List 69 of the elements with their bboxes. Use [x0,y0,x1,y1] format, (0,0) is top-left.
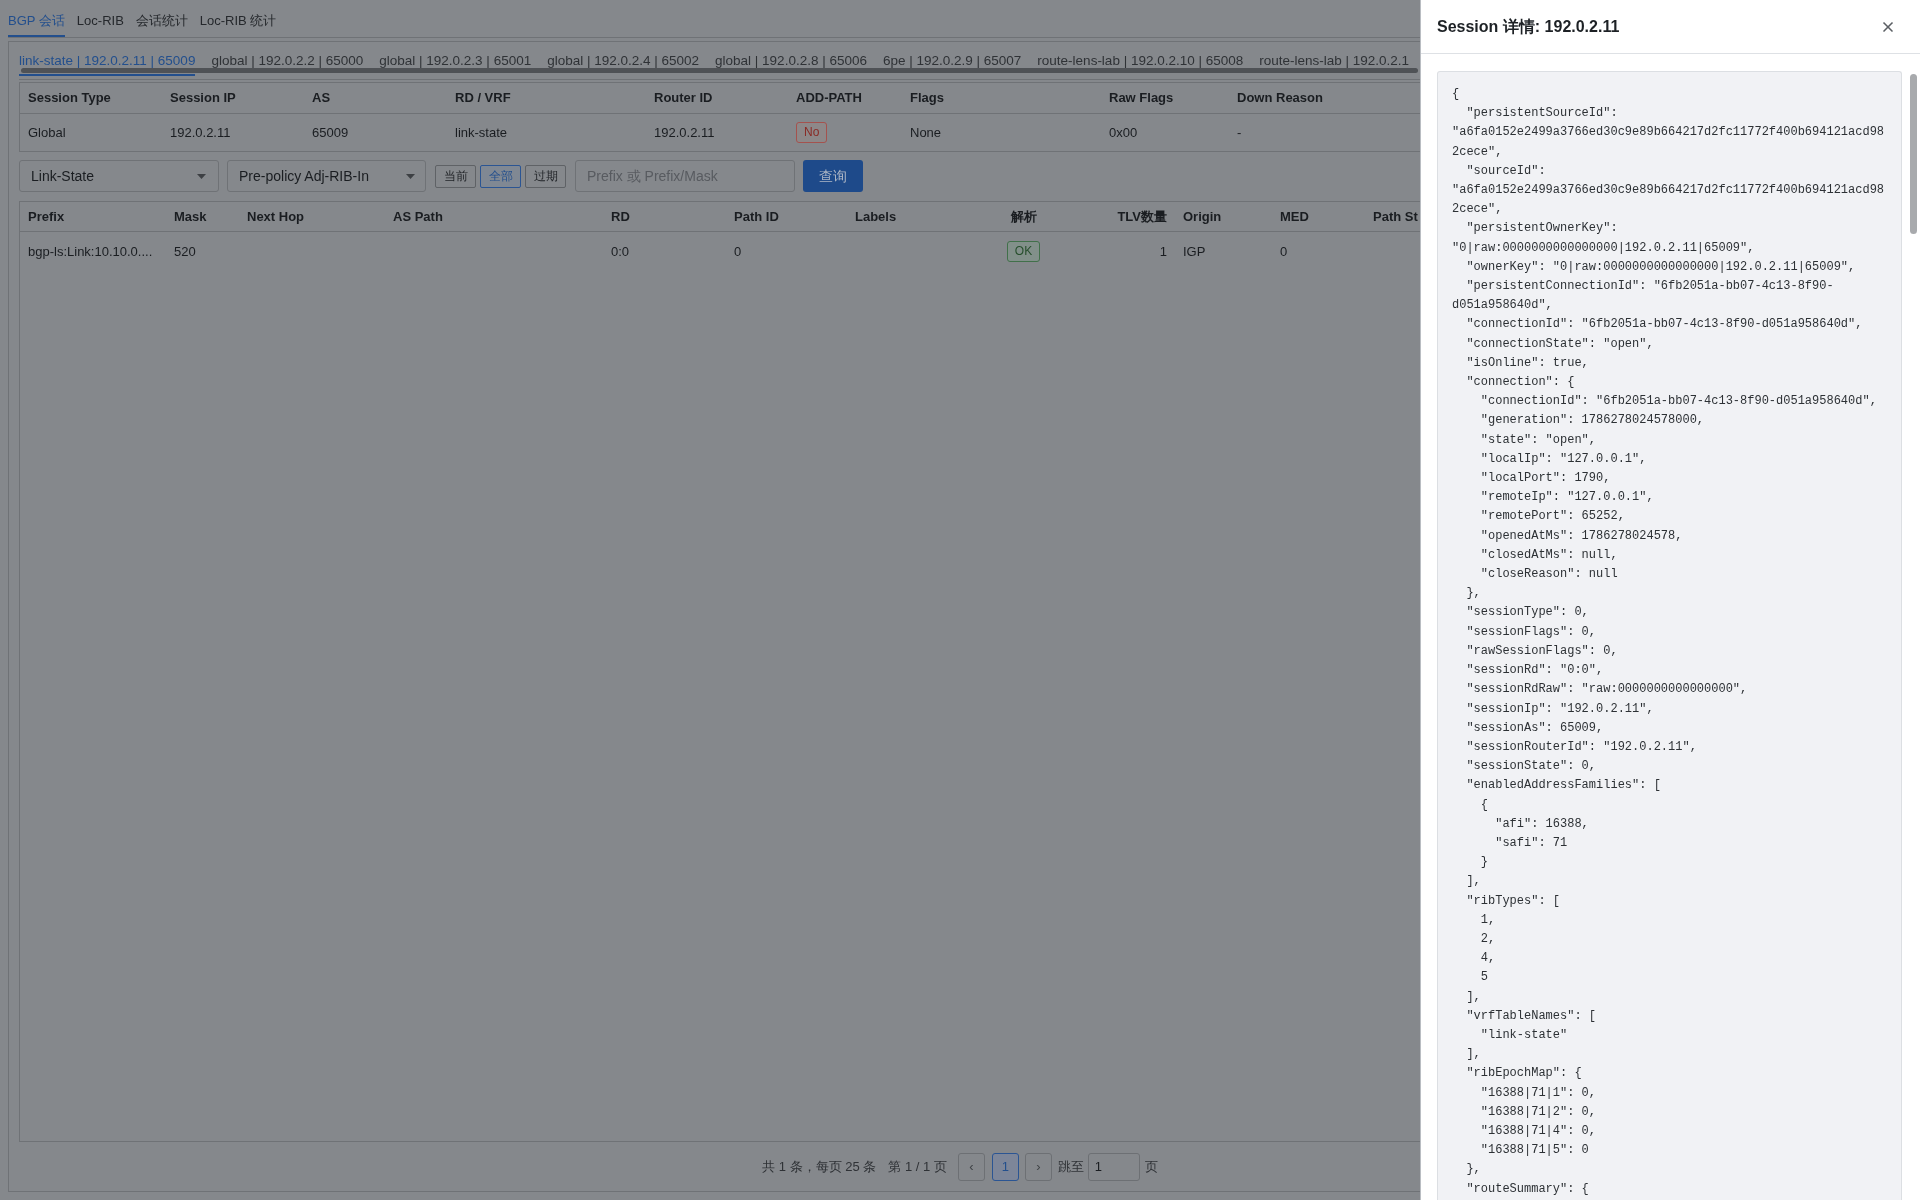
column-header: Origin [1183,207,1222,226]
page-button[interactable]: 1 [991,1152,1019,1181]
status-badge: No [796,122,828,143]
session-tab[interactable]: 6pe | 192.0.2.9 | 65007 [882,42,1022,76]
next-page-button[interactable]: › [1024,1152,1052,1181]
scrollbar-thumb[interactable] [21,68,1418,73]
previous-page-button[interactable]: ‹ [957,1152,985,1181]
column-header: MED [1280,207,1309,226]
column-header: Session Type [28,89,111,107]
session-tab[interactable]: global | 192.0.2.8 | 65006 [715,42,867,76]
column-header: Down Reason [1237,89,1323,107]
table-value: 0:0 [611,242,630,261]
table-value: 0 [1280,242,1288,261]
session-tab[interactable]: route-lens-lab | 192.0.2.10 | 65008 [1037,42,1244,76]
page-jump-field[interactable]: 1 [1087,1152,1140,1181]
column-header: Path St [1373,207,1418,226]
column-header: TLV数量 [1117,207,1167,226]
nav-tab[interactable]: Loc-RIB 统计 [199,0,277,37]
table-value: 1 [1159,242,1167,261]
scope-button[interactable]: 全部 [480,164,521,188]
column-header: 解析 [1010,207,1037,226]
nav-tab[interactable]: 会话统计 [135,0,188,37]
column-header: Prefix [28,207,65,226]
table-value: 520 [174,242,196,261]
column-header: Flags [910,89,944,107]
status-badge: OK [1006,241,1041,262]
pagination-summary: 共 1 条，每页 25 条 [762,1157,877,1176]
session-tab[interactable]: global | 192.0.2.2 | 65000 [211,42,364,76]
column-header: Mask [174,207,207,226]
nav-tab[interactable]: Loc-RIB [76,0,124,37]
scope-button[interactable]: 过期 [525,164,566,188]
caret-icon [406,173,415,179]
column-header: Path ID [734,207,779,226]
table-value: None [910,123,942,142]
column-header: ADD-PATH [796,89,862,107]
caret-icon [197,173,206,179]
column-header: Router ID [654,89,713,107]
json-code-block: { "persistentSourceId": "a6fa0152e2499a3766ed30c9e89b664217d2fc11772f400b694121acd98 2cece", "sourceId": "a6fa0152e2499a3766ed30c9e89b664217d2fc11772f400b694121acd98 2cece", "persistentOwnerKey": "0|raw:0000000000000000|192.0.2.11|65009", "ownerKey": "0|raw:0000000000000000|192.0.2.11|65009", "persistentConnectionId": "6fb2051a-bb07-4c13-8f90- d051a958640d", "connectionId": "6fb2051a-bb07-4c13-8f90-d051a958640d", "connectionState": "open", "isOnline": true, "connection": { "connectionId": "6fb2051a-bb07-4c13-8f90-d051a958640d", "generation": 1786278024578000, "state": "open", "localIp": "127.0.0.1", "localPort": 1790, "remoteIp": "127.0.0.1", "remotePort": 65252, "openedAtMs": 1786278024578, "closedAtMs": null, "closeReason": null }, "sessionType": 0, "sessionFlags": 0, "rawSessionFlags": 0, "sessionRd": "0:0", "sessionRdRaw": "raw:0000000000000000", "sessionIp": "192.0.2.11", "sessionAs": 65009, "sessionRouterId": "192.0.2.11", "sessionState": 0, "enabledAddressFamilies": [ { "afi": 16388, "safi": 71 } ], "ribTypes": [ 1, 2, 4, 5 ], "vrfTableNames": [ "link-state" ], "ribEpochMap": { "16388|71|1": 0, "16388|71|2": 0, "16388|71|4": 0, "16388|71|5": 0 }, "routeSummary": { [1437,71,1902,1200]
column-header: AS Path [393,207,443,226]
table-value: IGP [1183,242,1206,261]
address-family-select[interactable]: Link-State [19,160,219,192]
rib-select[interactable]: Pre-policy Adj-RIB-In [227,160,426,192]
table-value: link-state [455,123,508,142]
session-tab[interactable]: global | 192.0.2.4 | 65002 [547,42,700,76]
drawer-title: Session 详情: 192.0.2.11 [1437,16,1620,37]
table-value: 192.0.2.11 [170,123,231,142]
session-tab[interactable]: global | 192.0.2.3 | 65001 [379,42,532,76]
table-value: Global [28,123,66,142]
table-value: bgp-ls:Link:10.10.0.... [28,242,153,261]
column-header: AS [312,89,331,107]
column-header: Raw Flags [1109,89,1174,107]
nav-tab[interactable]: BGP 会话 [8,0,65,37]
page-info: 第 1 / 1 页 [888,1157,947,1176]
column-header: Session IP [170,89,236,107]
column-header: RD [611,207,630,226]
query-button[interactable]: 查询 [803,160,863,192]
session-tab[interactable]: route-lens-lab | 192.0.2.1 [1259,42,1410,76]
table-value: 65009 [312,123,349,142]
column-header: RD / VRF [455,89,511,107]
column-header: Next Hop [247,207,305,226]
table-value: - [1237,123,1242,142]
scope-button[interactable]: 当前 [435,164,476,188]
column-header: Labels [855,207,897,226]
table-value: 192.0.2.11 [654,123,715,142]
table-value: 0 [734,242,742,261]
jump-label: 跳至 [1057,1157,1084,1176]
page-suffix: 页 [1144,1157,1158,1176]
table-value: 0x00 [1109,123,1138,142]
scrollbar-thumb[interactable] [1910,74,1917,234]
